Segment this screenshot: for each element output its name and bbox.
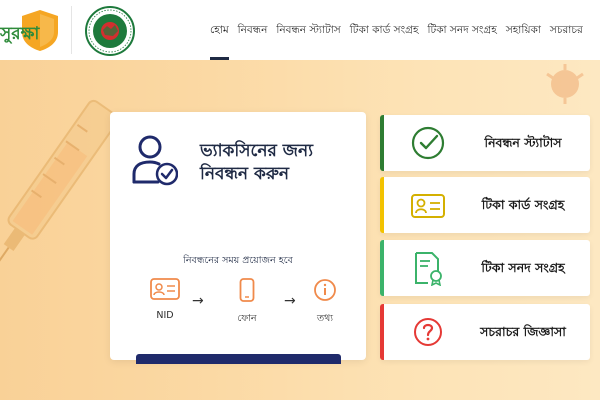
info-icon — [314, 279, 336, 301]
registration-heading-line2: নিবন্ধন করুন — [200, 164, 290, 184]
svg-text:সুরক্ষা: সুরক্ষা — [0, 24, 40, 44]
registration-card[interactable]: ভ্যাকসিনের জন্য নিবন্ধন করুন নিবন্ধনের স… — [110, 112, 366, 364]
syringe-illustration — [0, 99, 119, 273]
main-nav: হোম নিবন্ধন নিবন্ধন স্ট্যাটাস টিকা কার্ড… — [210, 0, 592, 60]
arrow-right-icon: → — [192, 293, 204, 309]
id-card-icon — [150, 278, 180, 300]
register-button[interactable] — [136, 354, 341, 364]
requirement-phone: ফোন — [222, 278, 272, 327]
check-circle-icon — [411, 126, 445, 160]
vaccine-card-card[interactable]: টিকা কার্ড সংগ্রহ — [380, 177, 590, 233]
requirements-title: নিবন্ধনের সময় প্রয়োজন হবে — [183, 255, 293, 266]
registration-status-card[interactable]: নিবন্ধন স্ট্যাটাস — [380, 115, 590, 171]
nav-item-faq[interactable]: সচরাচর — [550, 0, 583, 60]
nav-item-vaccine-certificate[interactable]: টিকা সনদ সংগ্রহ — [427, 0, 496, 60]
faq-card[interactable]: সচরাচর জিজ্ঞাসা — [380, 304, 590, 360]
nav-item-registration[interactable]: নিবন্ধন — [238, 0, 268, 60]
government-seal-logo[interactable] — [85, 6, 135, 56]
id-card-icon — [411, 194, 445, 218]
arrow-right-icon: → — [284, 293, 296, 309]
requirement-nid-label: NID — [156, 310, 174, 321]
requirement-phone-label: ফোন — [237, 313, 257, 324]
registration-heading: ভ্যাকসিনের জন্য নিবন্ধন করুন — [200, 140, 360, 186]
faq-label: সচরাচর জিজ্ঞাসা — [480, 324, 566, 339]
registration-heading-line1: ভ্যাকসিনের জন্য — [200, 141, 314, 161]
vaccine-certificate-label: টিকা সনদ সংগ্রহ — [481, 260, 565, 275]
requirement-info: তথ্য — [300, 278, 350, 327]
question-icon — [414, 318, 442, 346]
logo-divider — [71, 6, 72, 54]
phone-icon — [239, 278, 255, 302]
surokkha-logo[interactable]: সুরক্ষা — [0, 8, 62, 52]
requirement-nid: NID — [140, 278, 190, 321]
requirement-info-label: তথ্য — [316, 313, 334, 324]
user-check-icon — [132, 135, 178, 186]
site-header: সুরক্ষা হোম নিবন্ধন নিবন্ধন স্ট্যাটাস টি… — [0, 0, 600, 60]
nav-item-help[interactable]: সহায়িকা — [506, 0, 541, 60]
vaccine-certificate-card[interactable]: টিকা সনদ সংগ্রহ — [380, 240, 590, 296]
nav-item-home[interactable]: হোম — [210, 0, 229, 60]
nav-item-registration-status[interactable]: নিবন্ধন স্ট্যাটাস — [276, 0, 340, 60]
vaccine-card-label: টিকা কার্ড সংগ্রহ — [481, 197, 565, 212]
virus-illustration — [546, 64, 584, 104]
certificate-icon — [415, 252, 442, 286]
nav-item-vaccine-card[interactable]: টিকা কার্ড সংগ্রহ — [350, 0, 419, 60]
registration-status-label: নিবন্ধন স্ট্যাটাস — [484, 135, 562, 150]
